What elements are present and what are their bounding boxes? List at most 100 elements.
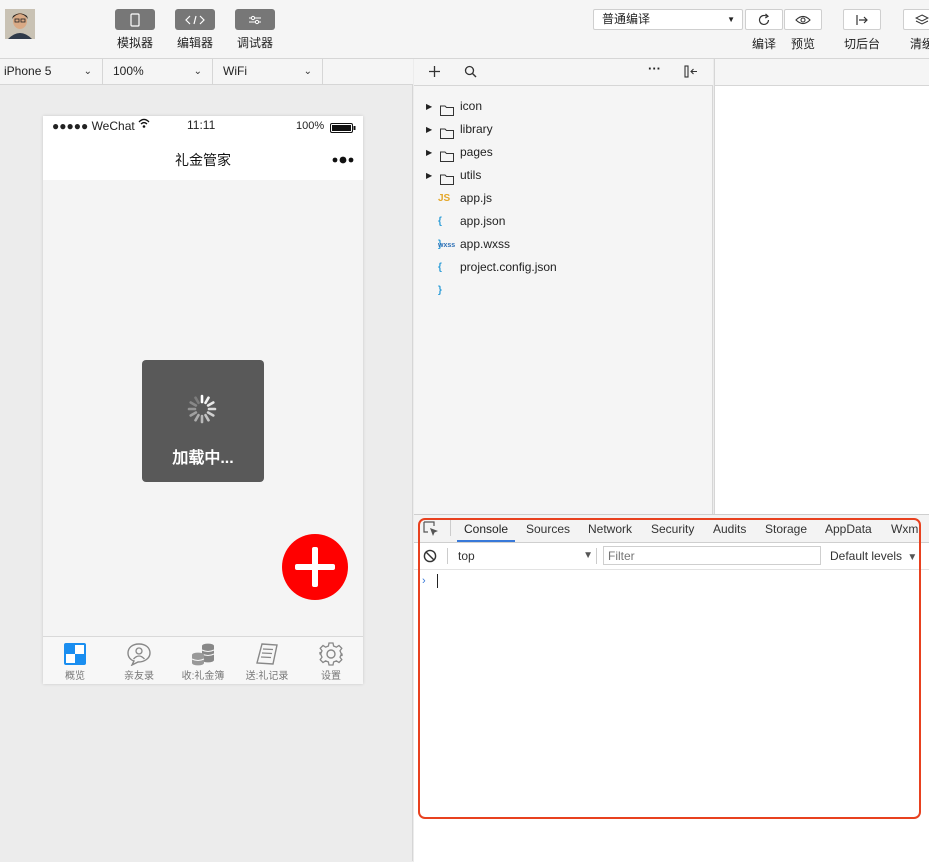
json-file-icon: { }	[438, 262, 442, 296]
wxss-file-icon: wxss	[438, 242, 456, 249]
divider	[447, 548, 448, 564]
background-button[interactable]: 切后台	[843, 9, 881, 52]
tab-overview[interactable]: 概览	[43, 637, 107, 684]
editor-label: 编辑器	[176, 36, 213, 50]
folder-name: icon	[460, 99, 483, 113]
more-menu-icon[interactable]	[332, 153, 354, 167]
tab-label: 亲友录	[124, 671, 154, 682]
add-button[interactable]	[282, 534, 348, 600]
console-input-caret[interactable]	[437, 574, 438, 588]
page-title: 礼金管家	[175, 152, 231, 168]
folder-name: library	[460, 122, 493, 136]
refresh-icon	[745, 9, 783, 30]
sliders-icon	[235, 9, 275, 30]
tab-sources[interactable]: Sources	[526, 515, 570, 542]
battery-icon	[330, 122, 356, 136]
chevron-down-icon: ⌄	[83, 66, 92, 77]
avatar[interactable]	[5, 9, 35, 39]
divider	[596, 548, 597, 564]
zoom-select[interactable]: 100% ⌄	[103, 59, 213, 84]
tab-security[interactable]: Security	[651, 515, 694, 542]
debugger-label: 调试器	[236, 36, 273, 50]
expand-arrow-icon[interactable]: ▶	[426, 164, 432, 187]
file-tree-toolbar: ···	[414, 59, 713, 86]
top-toolbar: 模拟器 编辑器 调试器 普通编译 ▼ 编译 预览 切后台 清缓	[0, 0, 929, 59]
log-levels-select[interactable]: Default levels ▼	[830, 546, 920, 566]
chevron-down-icon: ⌄	[303, 66, 312, 77]
tab-wxml[interactable]: Wxm	[891, 515, 918, 542]
tab-bar: 概览 亲友录 收:礼金簿 送:礼记录 设置	[43, 636, 363, 684]
device-select[interactable]: iPhone 5 ⌄	[0, 59, 103, 84]
expand-arrow-icon[interactable]: ▶	[426, 118, 432, 141]
zoom-value: 100%	[113, 64, 144, 78]
tab-contacts[interactable]: 亲友录	[107, 637, 171, 684]
network-value: WiFi	[223, 64, 247, 78]
folder-icon	[440, 101, 454, 124]
file-name: app.json	[460, 214, 506, 228]
tab-label: 送:礼记录	[245, 671, 289, 682]
filter-input[interactable]	[603, 546, 821, 565]
editor-toggle[interactable]: 编辑器	[170, 9, 220, 51]
eye-icon	[784, 9, 822, 30]
divider	[450, 520, 451, 536]
inspect-element-icon[interactable]	[423, 521, 439, 540]
tab-label: 收:礼金簿	[181, 671, 225, 682]
editor-panel[interactable]	[714, 59, 929, 514]
search-icon[interactable]	[464, 65, 477, 81]
tab-storage[interactable]: Storage	[765, 515, 807, 542]
tab-audits[interactable]: Audits	[713, 515, 746, 542]
more-icon[interactable]: ···	[648, 61, 661, 76]
debugger-toggle[interactable]: 调试器	[230, 9, 280, 51]
compile-button[interactable]: 编译	[745, 9, 783, 52]
compile-label: 编译	[751, 37, 776, 51]
folder-name: utils	[460, 168, 482, 182]
tab-gift-record[interactable]: 送:礼记录	[235, 637, 299, 684]
tab-appdata[interactable]: AppData	[825, 515, 872, 542]
file-name: app.js	[460, 191, 493, 205]
file-name: project.config.json	[460, 260, 557, 274]
loading-text: 加载中...	[172, 450, 234, 467]
tab-settings[interactable]: 设置	[299, 637, 363, 684]
compile-mode-value: 普通编译	[602, 12, 651, 26]
tab-network[interactable]: Network	[588, 515, 632, 542]
switch-out-icon	[843, 9, 881, 30]
add-file-icon[interactable]	[428, 65, 441, 81]
folder-icon	[440, 124, 454, 147]
contacts-icon	[127, 643, 151, 666]
js-file-icon: JS	[438, 193, 451, 204]
context-select[interactable]: top ▼	[454, 546, 593, 566]
expand-arrow-icon[interactable]: ▶	[426, 141, 432, 164]
scroll-icon	[256, 643, 278, 665]
clear-console-icon[interactable]	[423, 549, 437, 566]
network-select[interactable]: WiFi ⌄	[213, 59, 323, 84]
status-bar: ●●●●● WeChat 11:11 100%	[43, 116, 363, 136]
levels-value: Default levels	[830, 549, 903, 563]
simulator-toggle[interactable]: 模拟器	[110, 9, 160, 51]
coins-icon	[191, 643, 215, 666]
phone-screen: ●●●●● WeChat 11:11 100% 礼金管家 加载中... 概览 亲…	[43, 116, 363, 684]
preview-label: 预览	[790, 37, 815, 51]
file-name: app.wxss	[460, 237, 511, 251]
wifi-icon	[138, 118, 150, 132]
device-bar: iPhone 5 ⌄ 100% ⌄ WiFi ⌄	[0, 59, 413, 85]
battery-percent: 100%	[296, 120, 325, 132]
device-value: iPhone 5	[4, 64, 52, 78]
phone-icon	[115, 9, 155, 30]
compile-mode-select[interactable]: 普通编译 ▼	[593, 9, 743, 30]
clear-cache-button[interactable]: 清缓	[903, 9, 929, 52]
collapse-panel-icon[interactable]	[684, 65, 698, 81]
context-value: top	[458, 549, 475, 563]
dropdown-arrow-icon: ▼	[907, 552, 918, 563]
folder-name: pages	[460, 145, 493, 159]
signal-carrier: ●●●●● WeChat	[52, 119, 135, 133]
status-time: 11:11	[187, 118, 216, 132]
tab-gift-book[interactable]: 收:礼金簿	[171, 637, 235, 684]
preview-button[interactable]: 预览	[784, 9, 822, 52]
editor-tab-bar	[715, 59, 929, 86]
chevron-down-icon: ⌄	[193, 66, 202, 77]
expand-arrow-icon[interactable]: ▶	[426, 95, 432, 118]
gear-icon	[319, 642, 343, 666]
code-icon	[175, 9, 215, 30]
dropdown-arrow-icon: ▼	[727, 15, 735, 24]
tab-console[interactable]: Console	[457, 515, 516, 542]
